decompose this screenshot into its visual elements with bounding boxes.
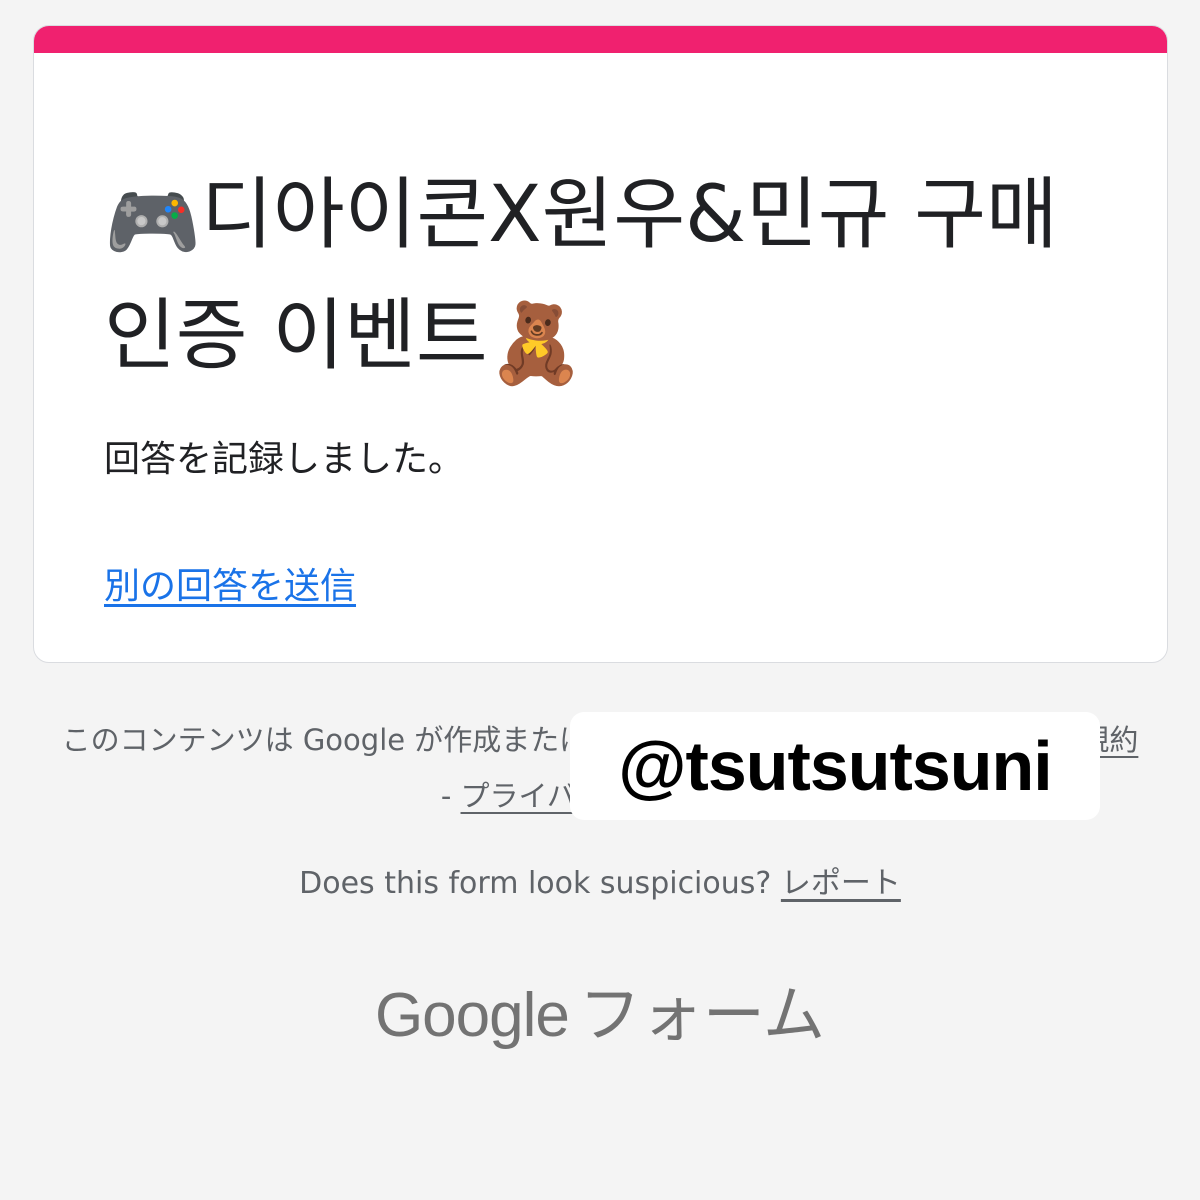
confirmation-message: 回答を記録しました。 bbox=[104, 439, 465, 480]
game-controller-icon: 🎮 bbox=[104, 178, 202, 268]
suspicious-prompt: Does this form look suspicious? bbox=[299, 866, 772, 901]
report-abuse-line: Does this form look suspicious? レポート bbox=[0, 860, 1200, 908]
form-confirmation-card: 🎮디아이콘X원우&민규 구매 인증 이벤트🧸 回答を記録しました。 別の回答を送… bbox=[33, 25, 1168, 663]
separator: - bbox=[440, 779, 461, 813]
google-forms-logo[interactable]: Google フォーム bbox=[0, 975, 1200, 1056]
submit-another-response-link[interactable]: 別の回答を送信 bbox=[104, 559, 356, 615]
report-link[interactable]: レポート bbox=[781, 866, 901, 901]
teddy-bear-icon: 🧸 bbox=[487, 299, 585, 389]
watermark-username: @tsutsutsuni bbox=[570, 712, 1100, 820]
forms-wordmark: フォーム bbox=[578, 978, 826, 1051]
form-title: 🎮디아이콘X원우&민규 구매 인증 이벤트🧸 bbox=[104, 159, 1114, 401]
card-accent-bar bbox=[34, 26, 1167, 53]
google-wordmark: Google bbox=[374, 981, 570, 1050]
